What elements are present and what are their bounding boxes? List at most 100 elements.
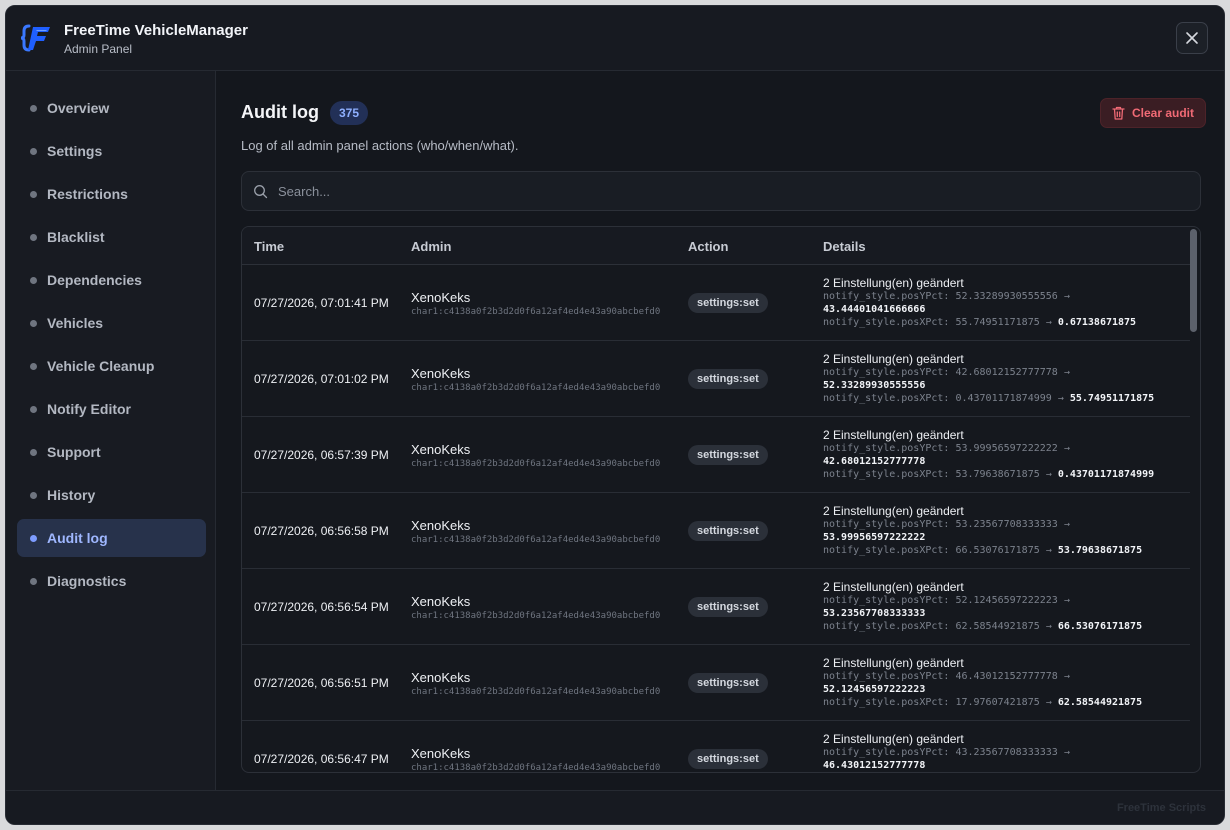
table-row[interactable]: 07/27/2026, 06:56:54 PM XenoKeks char1:c… [242, 569, 1190, 645]
details-line: 42.68012152777778 [823, 455, 1183, 468]
sidebar-item-overview[interactable]: Overview [17, 89, 206, 127]
cell-details: 2 Einstellung(en) geändert notify_style.… [823, 276, 1183, 329]
details-line: notify_style.posYPct: 43.23567708333333 … [823, 746, 1183, 759]
details-line: notify_style.posXPct: 66.53076171875 → 5… [823, 544, 1183, 557]
cell-admin-id: char1:c4138a0f2b3d2d0f6a12af4ed4e43a90ab… [411, 687, 661, 697]
cell-details: 2 Einstellung(en) geändert notify_style.… [823, 352, 1183, 405]
sidebar-item-notify-editor[interactable]: Notify Editor [17, 390, 206, 428]
sidebar-item-support[interactable]: Support [17, 433, 206, 471]
page-subtitle: Log of all admin panel actions (who/when… [241, 138, 519, 153]
table-row[interactable]: 07/27/2026, 07:01:41 PM XenoKeks char1:c… [242, 265, 1190, 341]
details-title: 2 Einstellung(en) geändert [823, 352, 964, 366]
cell-admin-name: XenoKeks [411, 670, 471, 685]
sidebar-item-vehicle-cleanup[interactable]: Vehicle Cleanup [17, 347, 206, 385]
details-line: 43.44401041666666 [823, 303, 1183, 316]
bullet-icon [30, 320, 37, 327]
sidebar-item-restrictions[interactable]: Restrictions [17, 175, 206, 213]
sidebar-item-dependencies[interactable]: Dependencies [17, 261, 206, 299]
details-line: notify_style.posYPct: 52.12456597222223 … [823, 594, 1183, 607]
audit-table: Time Admin Action Details 07/27/2026, 07… [241, 226, 1201, 773]
sidebar-item-label: Settings [47, 143, 103, 159]
cell-admin-name: XenoKeks [411, 746, 471, 761]
sidebar-item-label: Vehicles [47, 315, 104, 331]
sidebar-item-label: Dependencies [47, 272, 142, 288]
sidebar-item-label: Vehicle Cleanup [47, 358, 155, 374]
table-row[interactable]: 07/27/2026, 06:56:58 PM XenoKeks char1:c… [242, 493, 1190, 569]
clear-audit-label: Clear audit [1131, 106, 1194, 120]
cell-admin-id: char1:c4138a0f2b3d2d0f6a12af4ed4e43a90ab… [411, 307, 661, 317]
new-value: 52.33289930555556 [823, 380, 926, 391]
new-value: 55.74951171875 [1069, 393, 1155, 404]
search-input[interactable] [278, 172, 1178, 210]
sidebar-item-settings[interactable]: Settings [17, 132, 206, 170]
sidebar-item-audit-log[interactable]: Audit log [17, 519, 206, 557]
details-line: notify_style.posYPct: 46.43012152777778 … [823, 670, 1183, 683]
bullet-icon [30, 492, 37, 499]
cell-time: 07/27/2026, 06:56:47 PM [254, 752, 389, 766]
sidebar-item-vehicles[interactable]: Vehicles [17, 304, 206, 342]
details-line: 52.12456597222223 [823, 683, 1183, 696]
table-scrollbar[interactable] [1188, 227, 1200, 772]
column-header-admin: Admin [411, 239, 452, 254]
sidebar-item-label: Blacklist [47, 229, 105, 245]
action-badge: settings:set [688, 673, 768, 693]
sidebar-item-blacklist[interactable]: Blacklist [17, 218, 206, 256]
details-title: 2 Einstellung(en) geändert [823, 276, 964, 290]
cell-details: 2 Einstellung(en) geändert notify_style.… [823, 428, 1183, 481]
cell-admin-name: XenoKeks [411, 442, 471, 457]
details-line: notify_style.posYPct: 52.33289930555556 … [823, 290, 1183, 303]
footer-brand: FreeTime Scripts [1116, 802, 1206, 814]
details-line: notify_style.posXPct: 53.79638671875 → 0… [823, 468, 1183, 481]
details-title: 2 Einstellung(en) geändert [823, 656, 964, 670]
count-badge: 375 [330, 101, 369, 125]
old-value: notify_style.posXPct: 66.53076171875 → [823, 545, 1052, 556]
new-value: 52.12456597222223 [823, 684, 926, 695]
new-value: 53.23567708333333 [823, 608, 926, 619]
old-value: notify_style.posYPct: 53.23567708333333 … [823, 519, 1070, 530]
details-line: notify_style.posXPct: 55.74951171875 → 0… [823, 316, 1183, 329]
app-window: FreeTime VehicleManager Admin Panel Over… [5, 5, 1225, 825]
bullet-icon [30, 406, 37, 413]
search-box [241, 171, 1201, 211]
table-row[interactable]: 07/27/2026, 06:56:51 PM XenoKeks char1:c… [242, 645, 1190, 721]
bullet-icon [30, 191, 37, 198]
app-subtitle: Admin Panel [64, 42, 133, 56]
cell-admin-name: XenoKeks [411, 366, 471, 381]
table-row[interactable]: 07/27/2026, 06:56:47 PM XenoKeks char1:c… [242, 721, 1190, 772]
details-line: notify_style.posYPct: 42.68012152777778 … [823, 366, 1183, 379]
bullet-icon [30, 105, 37, 112]
sidebar: Overview Settings Restrictions Blacklist… [6, 71, 216, 790]
old-value: notify_style.posXPct: 55.74951171875 → [823, 317, 1052, 328]
clear-audit-button[interactable]: Clear audit [1100, 98, 1206, 128]
action-badge: settings:set [688, 369, 768, 389]
old-value: notify_style.posYPct: 52.33289930555556 … [823, 291, 1070, 302]
table-row[interactable]: 07/27/2026, 07:01:02 PM XenoKeks char1:c… [242, 341, 1190, 417]
bullet-icon [30, 535, 37, 542]
old-value: notify_style.posYPct: 42.68012152777778 … [823, 367, 1070, 378]
table-row[interactable]: 07/27/2026, 06:57:39 PM XenoKeks char1:c… [242, 417, 1190, 493]
new-value: 66.53076171875 [1057, 621, 1143, 632]
old-value: notify_style.posYPct: 53.99956597222222 … [823, 443, 1070, 454]
scrollbar-thumb[interactable] [1190, 229, 1197, 332]
cell-details: 2 Einstellung(en) geändert notify_style.… [823, 656, 1183, 709]
cell-time: 07/27/2026, 07:01:41 PM [254, 296, 389, 310]
close-button[interactable] [1176, 22, 1208, 54]
sidebar-item-label: Audit log [47, 530, 108, 546]
details-line: notify_style.posYPct: 53.23567708333333 … [823, 518, 1183, 531]
details-title: 2 Einstellung(en) geändert [823, 732, 964, 746]
old-value: notify_style.posXPct: 62.58544921875 → [823, 621, 1052, 632]
old-value: notify_style.posXPct: 17.97607421875 → [823, 697, 1052, 708]
sidebar-item-diagnostics[interactable]: Diagnostics [17, 562, 206, 600]
cell-details: 2 Einstellung(en) geändert notify_style.… [823, 732, 1183, 772]
new-value: 53.79638671875 [1057, 545, 1143, 556]
details-line: 53.23567708333333 [823, 607, 1183, 620]
cell-time: 07/27/2026, 06:57:39 PM [254, 448, 389, 462]
table-body: 07/27/2026, 07:01:41 PM XenoKeks char1:c… [242, 265, 1190, 772]
sidebar-item-history[interactable]: History [17, 476, 206, 514]
main-content: Audit log 375 Clear audit Log of all adm… [217, 71, 1224, 790]
new-value: 42.68012152777778 [823, 456, 926, 467]
title-bar: FreeTime VehicleManager Admin Panel [6, 6, 1224, 71]
bullet-icon [30, 148, 37, 155]
column-header-action: Action [688, 239, 729, 254]
action-badge: settings:set [688, 293, 768, 313]
